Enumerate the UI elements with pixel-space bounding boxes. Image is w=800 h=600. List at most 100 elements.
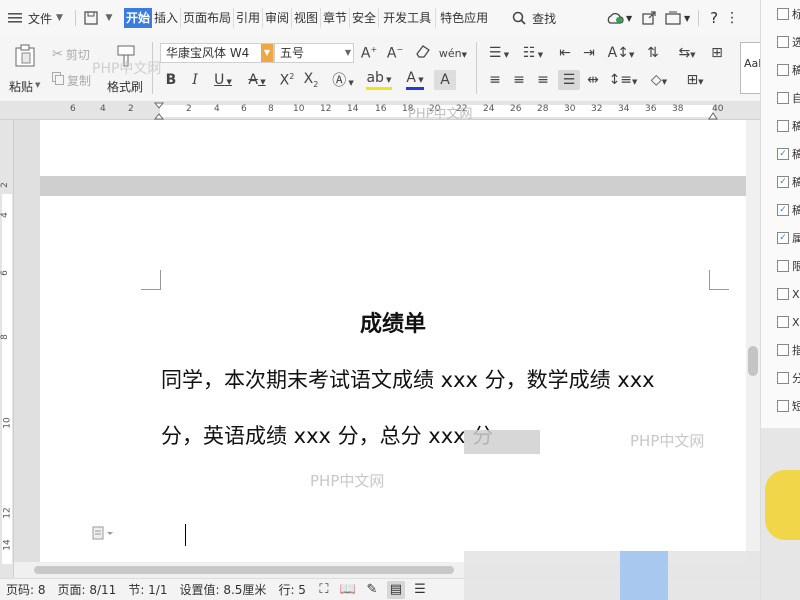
previous-page[interactable]	[40, 120, 746, 176]
horizontal-ruler[interactable]: 6 4 2 2 4 6 8 10 12 14 16 18 20 22 24 26…	[0, 102, 760, 122]
grow-font-button[interactable]: A+	[358, 43, 380, 63]
help-icon[interactable]: ?	[705, 9, 723, 27]
numbered-list-button[interactable]: ☷ ▼	[518, 43, 548, 63]
fullscreen-icon[interactable]: ⛶	[315, 581, 333, 599]
checkbox[interactable]	[777, 120, 789, 132]
panel-option-2[interactable]: 稿	[777, 60, 800, 80]
tab-chapter[interactable]: 章节	[321, 8, 351, 28]
tab-home[interactable]: 开始	[123, 8, 152, 28]
underline-button[interactable]: U ▼	[208, 70, 238, 90]
bullet-list-button[interactable]: ☰ ▼	[484, 43, 514, 63]
vertical-ruler[interactable]: 2 4 6 8 10 12 14	[0, 120, 14, 582]
horizontal-scrollbar-thumb[interactable]	[34, 566, 454, 574]
paste-options-icon[interactable]	[92, 526, 114, 543]
borders-button[interactable]: ⊞▼	[680, 70, 710, 90]
template-icon[interactable]	[664, 9, 682, 27]
cloud-sync-icon[interactable]	[606, 9, 624, 27]
tab-security[interactable]: 安全	[350, 8, 380, 28]
panel-option-12[interactable]: 指	[777, 340, 800, 360]
panel-option-9[interactable]: 限	[777, 256, 800, 276]
shrink-font-button[interactable]: A−	[384, 43, 406, 63]
font-size-select[interactable]: 五号 ▼	[274, 43, 354, 63]
panel-option-11[interactable]: X	[777, 312, 800, 332]
font-name-select[interactable]: 华康宝风体 W4 ▼	[160, 43, 274, 63]
clear-format-button[interactable]	[412, 43, 434, 63]
tab-references[interactable]: 引用	[234, 8, 263, 28]
italic-button[interactable]: I	[184, 70, 206, 90]
search-button[interactable]: 查找	[504, 7, 562, 29]
tab-developer[interactable]: 开发工具	[379, 8, 437, 28]
document-canvas[interactable]: 成绩单 同学，本次期末考试语文成绩 xxx 分，数学成绩 xxx 分，英语成绩 …	[14, 120, 746, 562]
cut-button[interactable]: ✂ 剪切	[52, 44, 90, 64]
status-setting-value[interactable]: 设置值: 8.5厘米	[173, 581, 272, 598]
checkbox-checked[interactable]: ✓	[777, 148, 789, 160]
highlight-button[interactable]: ab ▼	[364, 70, 394, 90]
status-section[interactable]: 节: 1/1	[122, 581, 173, 598]
shading-button[interactable]: ◇▼	[644, 70, 674, 90]
superscript-button[interactable]: X2	[276, 70, 298, 90]
tab-review[interactable]: 审阅	[263, 8, 293, 28]
vertical-scrollbar[interactable]	[746, 120, 760, 562]
show-hide-marks-button[interactable]: ⇆▼	[672, 43, 702, 63]
page-view-icon[interactable]: ▤	[386, 580, 405, 599]
chevron-down-icon[interactable]: ▼	[682, 9, 692, 27]
status-line[interactable]: 行: 5	[272, 581, 312, 598]
checkbox[interactable]	[777, 372, 789, 384]
checkbox[interactable]	[777, 344, 789, 356]
font-color-button[interactable]: A ▼	[400, 70, 430, 90]
pinyin-guide-button[interactable]: wén▼	[438, 43, 468, 63]
file-menu-button[interactable]: 文件 ▼	[0, 7, 69, 29]
checkbox[interactable]	[777, 36, 789, 48]
panel-option-6[interactable]: ✓ 稿	[777, 172, 800, 192]
checkbox[interactable]	[777, 92, 789, 104]
save-icon[interactable]	[82, 9, 100, 27]
panel-option-14[interactable]: 短	[777, 396, 800, 416]
style-gallery-item[interactable]: AaI	[740, 42, 762, 94]
bold-button[interactable]: B	[160, 70, 182, 90]
vertical-scrollbar-thumb[interactable]	[748, 346, 758, 376]
quick-access-dropdown-icon[interactable]: ▼	[100, 9, 118, 27]
panel-option-8[interactable]: ✓ 属	[777, 228, 800, 248]
panel-option-4[interactable]: 稿	[777, 116, 800, 136]
checkbox[interactable]	[777, 288, 789, 300]
align-left-button[interactable]: ≡	[484, 70, 506, 90]
checkbox-checked[interactable]: ✓	[777, 176, 789, 188]
decrease-indent-button[interactable]: ⇤	[554, 43, 576, 63]
panel-option-0[interactable]: 标	[777, 4, 800, 24]
share-icon[interactable]	[640, 9, 658, 27]
strikethrough-button[interactable]: A ▼	[242, 70, 272, 90]
panel-option-7[interactable]: ✓ 稿	[777, 200, 800, 220]
tab-insert[interactable]: 插入	[152, 8, 181, 28]
outline-view-icon[interactable]: ☰	[411, 581, 429, 599]
table-border-button[interactable]: ⊞	[706, 43, 728, 63]
tab-view[interactable]: 视图	[292, 8, 322, 28]
panel-option-1[interactable]: 选	[777, 32, 800, 52]
align-right-button[interactable]: ≡	[532, 70, 554, 90]
character-shading-button[interactable]: A	[434, 70, 456, 90]
text-direction-button[interactable]: A⁠↕▼	[606, 43, 636, 63]
line-spacing-button[interactable]: ↕≡▼	[608, 70, 638, 90]
panel-option-10[interactable]: X	[777, 284, 800, 304]
align-center-button[interactable]: ≡	[508, 70, 530, 90]
checkbox[interactable]	[777, 8, 789, 20]
status-page-code[interactable]: 页码: 8	[0, 581, 52, 598]
panel-option-5[interactable]: ✓ 稿	[777, 144, 800, 164]
panel-option-3[interactable]: 自	[777, 88, 800, 108]
checkbox[interactable]	[777, 400, 789, 412]
text-effect-button[interactable]: Ⓐ ▼	[328, 70, 358, 90]
checkbox-checked[interactable]: ✓	[777, 204, 789, 216]
more-options-icon[interactable]: ⋮	[723, 9, 741, 27]
checkbox[interactable]	[777, 316, 789, 328]
paste-button[interactable]: 粘贴 ▼	[8, 42, 42, 96]
tab-page-layout[interactable]: 页面布局	[181, 8, 234, 28]
subscript-button[interactable]: X2	[300, 70, 322, 90]
justify-button[interactable]: ☰	[558, 70, 580, 90]
increase-indent-button[interactable]: ⇥	[578, 43, 600, 63]
checkbox[interactable]	[777, 260, 789, 272]
reading-mode-icon[interactable]: 📖	[339, 581, 357, 599]
sort-button[interactable]: ⇅	[642, 43, 664, 63]
checkbox[interactable]	[777, 64, 789, 76]
checkbox-checked[interactable]: ✓	[777, 232, 789, 244]
panel-option-13[interactable]: 分	[777, 368, 800, 388]
tab-special[interactable]: 特色应用	[436, 8, 492, 28]
